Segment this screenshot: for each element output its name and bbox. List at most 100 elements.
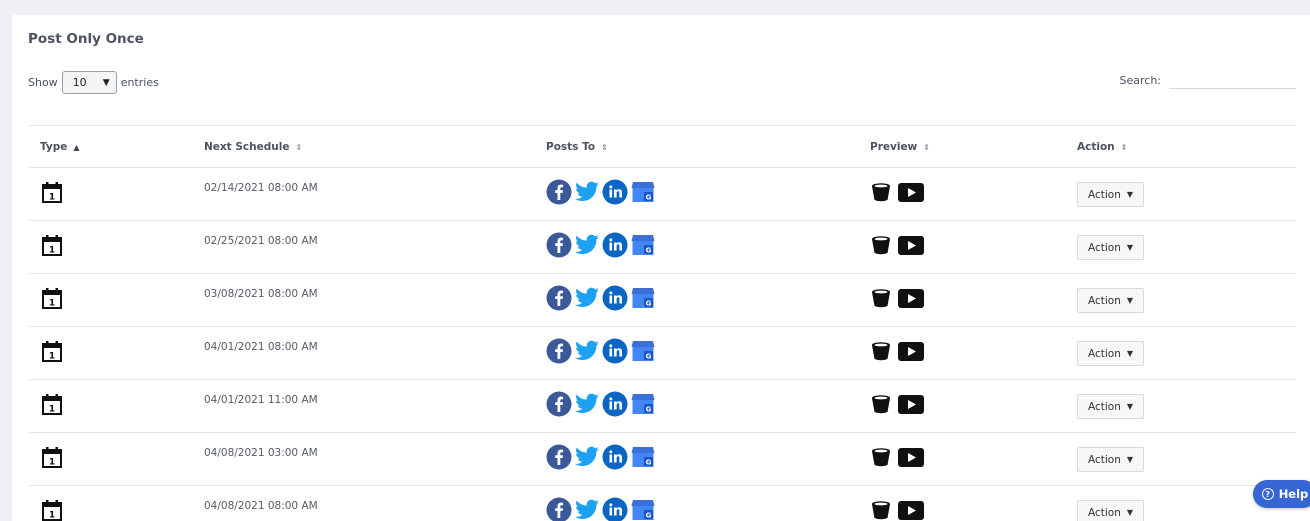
next-schedule-cell: 04/08/2021 03:00 AM [193, 432, 535, 486]
bucket-icon[interactable] [870, 182, 892, 205]
google-my-business-icon[interactable]: G [630, 232, 656, 258]
entries-length-control: Show 10 ▼ entries [28, 71, 159, 94]
linkedin-icon[interactable] [602, 338, 628, 364]
help-label: Help [1278, 487, 1309, 501]
twitter-icon[interactable] [574, 179, 600, 205]
play-icon[interactable] [898, 341, 924, 364]
preview-cell [859, 167, 1066, 221]
facebook-icon[interactable] [546, 232, 572, 258]
posts-to-cell: G [535, 485, 859, 521]
action-dropdown-button[interactable]: Action ▼ [1077, 394, 1145, 419]
action-dropdown-button[interactable]: Action ▼ [1077, 288, 1145, 313]
bucket-icon[interactable] [870, 394, 892, 417]
preview-icons [870, 447, 924, 470]
facebook-icon[interactable] [546, 285, 572, 311]
twitter-icon[interactable] [574, 444, 600, 470]
linkedin-icon[interactable] [602, 232, 628, 258]
google-my-business-icon[interactable]: G [630, 285, 656, 311]
column-header-type[interactable]: Type ▲ [29, 125, 193, 168]
bucket-icon[interactable] [870, 500, 892, 521]
type-cell: 1 [29, 167, 193, 221]
caret-down-icon: ▼ [1126, 190, 1134, 199]
svg-text:G: G [646, 353, 652, 361]
facebook-icon[interactable] [546, 179, 572, 205]
google-my-business-icon[interactable]: G [630, 179, 656, 205]
entries-select[interactable]: 10 ▼ [61, 71, 117, 94]
twitter-icon[interactable] [574, 232, 600, 258]
bucket-icon[interactable] [870, 235, 892, 258]
type-cell: 1 [29, 220, 193, 274]
google-my-business-icon[interactable]: G [630, 338, 656, 364]
action-cell: Action ▼ [1066, 273, 1296, 327]
facebook-icon[interactable] [546, 391, 572, 417]
next-schedule-cell: 04/08/2021 08:00 AM [193, 485, 535, 521]
social-icons: G [546, 179, 656, 205]
svg-text:G: G [646, 512, 652, 520]
preview-icons [870, 341, 924, 364]
play-icon[interactable] [898, 288, 924, 311]
svg-text:G: G [646, 247, 652, 255]
entries-select-value: 10 [72, 76, 87, 89]
caret-down-icon: ▼ [1126, 243, 1134, 252]
twitter-icon[interactable] [574, 497, 600, 521]
type-cell: 1 [29, 432, 193, 486]
linkedin-icon[interactable] [602, 444, 628, 470]
google-my-business-icon[interactable]: G [630, 391, 656, 417]
posts-to-cell: G [535, 379, 859, 433]
type-cell: 1 [29, 485, 193, 521]
action-cell: Action ▼ [1066, 220, 1296, 274]
column-header-preview[interactable]: Preview ⇕ [859, 125, 1066, 168]
play-icon[interactable] [898, 235, 924, 258]
calendar-1-icon: 1 [40, 233, 64, 260]
social-icons: G [546, 338, 656, 364]
twitter-icon[interactable] [574, 285, 600, 311]
caret-down-icon: ▼ [1126, 455, 1134, 464]
action-dropdown-button[interactable]: Action ▼ [1077, 341, 1145, 366]
schedule-text: 02/25/2021 08:00 AM [204, 235, 318, 247]
column-header-action[interactable]: Action ⇕ [1066, 125, 1296, 168]
svg-text:G: G [646, 459, 652, 467]
social-icons: G [546, 497, 656, 521]
schedule-text: 04/08/2021 08:00 AM [204, 500, 318, 512]
play-icon[interactable] [898, 500, 924, 521]
bucket-icon[interactable] [870, 288, 892, 311]
search-input[interactable] [1169, 71, 1296, 89]
chevron-down-icon: ▼ [102, 77, 110, 88]
column-header-next-schedule[interactable]: Next Schedule ⇕ [193, 125, 535, 168]
twitter-icon[interactable] [574, 338, 600, 364]
linkedin-icon[interactable] [602, 497, 628, 521]
facebook-icon[interactable] [546, 497, 572, 521]
preview-icons [870, 182, 924, 205]
google-my-business-icon[interactable]: G [630, 497, 656, 521]
action-dropdown-button[interactable]: Action ▼ [1077, 500, 1145, 521]
play-icon[interactable] [898, 447, 924, 470]
action-cell: Action ▼ [1066, 432, 1296, 486]
facebook-icon[interactable] [546, 338, 572, 364]
linkedin-icon[interactable] [602, 391, 628, 417]
bucket-icon[interactable] [870, 447, 892, 470]
caret-down-icon: ▼ [1126, 296, 1134, 305]
preview-cell [859, 220, 1066, 274]
svg-text:1: 1 [49, 458, 55, 468]
preview-icons [870, 235, 924, 258]
twitter-icon[interactable] [574, 391, 600, 417]
next-schedule-cell: 04/01/2021 08:00 AM [193, 326, 535, 380]
next-schedule-cell: 02/14/2021 08:00 AM [193, 167, 535, 221]
column-header-posts-to[interactable]: Posts To ⇕ [535, 125, 859, 168]
play-icon[interactable] [898, 182, 924, 205]
help-button[interactable]: ? Help [1253, 480, 1310, 508]
action-dropdown-button[interactable]: Action ▼ [1077, 235, 1145, 260]
google-my-business-icon[interactable]: G [630, 444, 656, 470]
action-dropdown-button[interactable]: Action ▼ [1077, 447, 1145, 472]
table-row: 1 04/01/2021 11:00 AM G Action ▼ [29, 379, 1296, 433]
caret-down-icon: ▼ [1126, 349, 1134, 358]
linkedin-icon[interactable] [602, 179, 628, 205]
facebook-icon[interactable] [546, 444, 572, 470]
play-icon[interactable] [898, 394, 924, 417]
calendar-1-icon: 1 [40, 445, 64, 472]
action-dropdown-button[interactable]: Action ▼ [1077, 182, 1145, 207]
caret-down-icon: ▼ [1126, 508, 1134, 517]
bucket-icon[interactable] [870, 341, 892, 364]
entries-label: entries [120, 76, 159, 89]
linkedin-icon[interactable] [602, 285, 628, 311]
